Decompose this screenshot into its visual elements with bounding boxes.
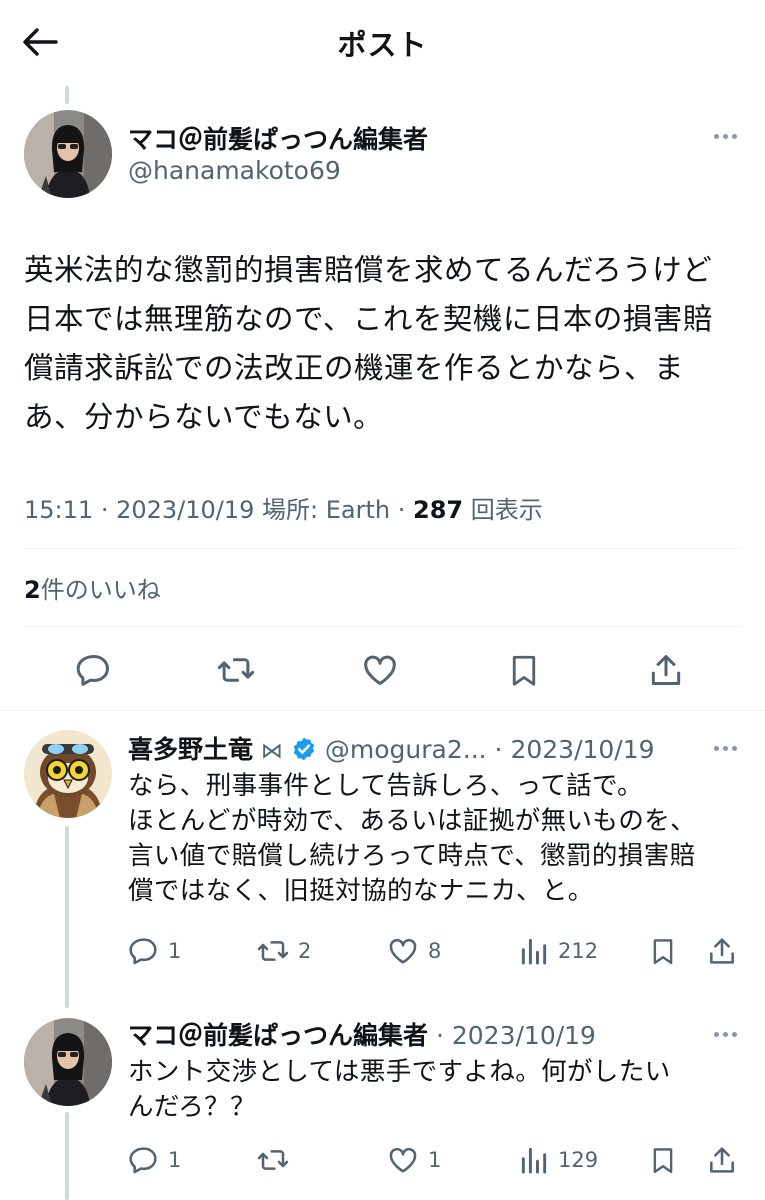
more-button[interactable] [705, 1022, 745, 1046]
post-meta: 15:11 · 2023/10/19 場所: Earth · 287 回表示 [24, 496, 543, 524]
view-count: 129 [558, 1148, 599, 1172]
reply-text: ホント交渉としては悪手ですよね。何がしたい んだろ？？ [128, 1055, 728, 1125]
views-icon [521, 1147, 547, 1174]
repost-button[interactable] [256, 1142, 290, 1178]
bookmark-button[interactable] [502, 648, 546, 692]
reply-count: 1 [168, 939, 182, 963]
bookmark-button[interactable] [648, 933, 678, 969]
post-text-line: 日本では無理筋なので、これを契機に日本の損害賠 [24, 302, 713, 336]
avatar[interactable] [24, 730, 112, 818]
more-button[interactable] [705, 736, 745, 760]
post-time[interactable]: 15:11 [24, 496, 93, 524]
reply-button[interactable] [72, 648, 116, 692]
repost-button[interactable] [214, 648, 258, 692]
likes-summary[interactable]: 2件のいいね [24, 570, 161, 605]
author-handle[interactable]: @hanamakoto69 [128, 156, 341, 185]
likes-count: 2 [24, 576, 41, 604]
verified-badge-icon [293, 737, 315, 761]
repost-button[interactable]: 2 [256, 933, 311, 969]
like-count: 1 [428, 1148, 442, 1172]
share-icon [710, 938, 734, 964]
like-icon [364, 655, 396, 685]
more-icon [713, 133, 719, 139]
reply-author-handle[interactable]: @mogura2... [325, 735, 487, 764]
views-icon [521, 938, 547, 965]
repost-icon [217, 658, 255, 682]
reply-date[interactable]: 2023/10/19 [452, 1021, 596, 1050]
reply-count: 1 [168, 1148, 182, 1172]
page-title: ポスト [337, 28, 428, 62]
share-icon [710, 1147, 734, 1173]
share-icon [651, 655, 681, 685]
reply-text-line: なら、刑事事件として告訴しろ、って話で。 [128, 771, 643, 801]
reply-button[interactable]: 1 [128, 933, 181, 969]
reply-text-line: 償ではなく、旧挺対協的なナニカ、と。 [128, 876, 594, 906]
like-button[interactable]: 1 [386, 1142, 441, 1178]
like-icon [389, 938, 417, 964]
share-button[interactable] [706, 1142, 738, 1178]
avatar[interactable] [24, 1018, 112, 1106]
top-bar: ポスト [0, 0, 765, 84]
avatar[interactable] [24, 110, 112, 198]
thread-line-top [65, 86, 69, 104]
reply-icon [129, 938, 157, 965]
repost-count: 2 [298, 939, 312, 963]
reply-author-name[interactable]: 喜多野土竜 [128, 735, 253, 764]
post-text: 英米法的な懲罰的損害賠償を求めてるんだろうけど 日本では無理筋なので、これを契機… [24, 246, 749, 442]
reply-date[interactable]: 2023/10/19 [510, 735, 654, 764]
views-button[interactable]: 212 [518, 933, 598, 969]
likes-label: 件のいいね [40, 576, 161, 604]
divider [24, 548, 742, 549]
divider [24, 626, 742, 627]
reply-icon [76, 655, 109, 686]
reply-button[interactable]: 1 [128, 1142, 181, 1178]
like-button[interactable] [358, 648, 402, 692]
bookmark-button[interactable] [648, 1142, 678, 1178]
post-location: 場所: Earth [262, 496, 391, 524]
more-icon [713, 1031, 719, 1037]
divider [0, 710, 765, 711]
view-count: 212 [558, 939, 599, 963]
thread-line [65, 826, 69, 1008]
badge-glyph: ⋈ [260, 739, 283, 764]
views-count: 287 [413, 496, 464, 524]
post-text-line: あ、分からないでもない。 [24, 400, 384, 434]
reply-header: 喜多野土竜 ⋈ @mogura2... · 2023/10/19 [128, 735, 655, 764]
bookmark-icon [653, 939, 673, 965]
post-action-bar [24, 640, 742, 700]
reply-text: なら、刑事事件として告訴しろ、って話で。 ほとんどが時効で、あるいは証拠が無いも… [128, 769, 728, 909]
post-text-line: 償請求訴訟での法改正の機運を作るとかなら、ま [24, 351, 685, 385]
repost-icon [257, 1150, 289, 1170]
views-button[interactable]: 129 [518, 1142, 598, 1178]
author-display-name[interactable]: マコ＠前髪ぱっつん編集者 [128, 120, 428, 156]
share-button[interactable] [644, 648, 688, 692]
like-button[interactable]: 8 [386, 933, 441, 969]
repost-icon [257, 941, 289, 961]
more-button[interactable] [705, 124, 745, 148]
post-date[interactable]: 2023/10/19 [116, 496, 254, 524]
reply-text-line: ほとんどが時効で、あるいは証拠が無いものを、 [128, 806, 697, 836]
reply-text-line: ホント交渉としては悪手ですよね。何がしたい [128, 1057, 671, 1087]
like-icon [389, 1147, 417, 1173]
reply-text-line: んだろ？？ [128, 1092, 256, 1122]
more-icon [713, 745, 719, 751]
bookmark-icon [512, 655, 536, 686]
post-text-line: 英米法的な懲罰的損害賠償を求めてるんだろうけど [24, 253, 713, 287]
thread-line [65, 1112, 69, 1200]
share-button[interactable] [706, 933, 738, 969]
bookmark-icon [653, 1148, 673, 1174]
like-count: 8 [428, 939, 442, 963]
reply-header: マコ＠前髪ぱっつん編集者 · 2023/10/19 [128, 1021, 596, 1050]
reply-text-line: 言い値で賠償し続けろって時点で、懲罰的損害賠 [128, 841, 696, 871]
reply-icon [129, 1147, 157, 1174]
reply-author-name[interactable]: マコ＠前髪ぱっつん編集者 [128, 1021, 428, 1050]
views-label: 回表示 [470, 496, 543, 524]
